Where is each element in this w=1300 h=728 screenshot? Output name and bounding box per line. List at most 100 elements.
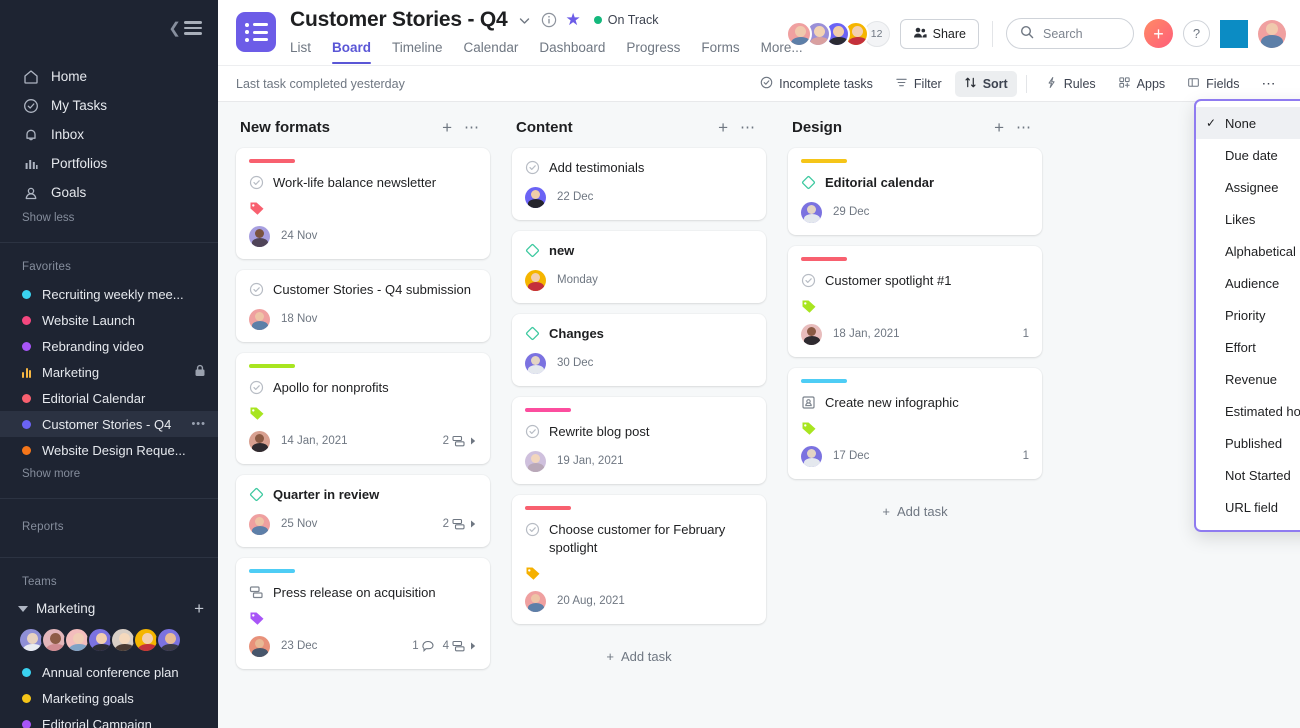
avatar[interactable] bbox=[785, 20, 812, 47]
show-less-button[interactable]: Show less bbox=[0, 207, 218, 234]
sort-button[interactable]: Sort bbox=[954, 70, 1017, 97]
sidebar-item-inbox[interactable]: Inbox bbox=[0, 120, 218, 149]
tab-forms[interactable]: Forms bbox=[701, 40, 739, 64]
sidebar-item-marketing[interactable]: Marketing bbox=[0, 359, 218, 385]
status-badge[interactable]: On Track bbox=[593, 13, 659, 27]
sort-option-priority[interactable]: Priority bbox=[1196, 299, 1300, 331]
check-circle-icon[interactable] bbox=[525, 522, 540, 537]
sort-option-revenue[interactable]: Revenue bbox=[1196, 363, 1300, 395]
avatar[interactable] bbox=[249, 513, 270, 535]
sort-option-estimated-hours[interactable]: Estimated hours bbox=[1196, 395, 1300, 427]
sort-option-url-field[interactable]: URL field bbox=[1196, 491, 1300, 523]
sort-option-assignee[interactable]: Assignee bbox=[1196, 171, 1300, 203]
rules-button[interactable]: Rules bbox=[1036, 71, 1105, 97]
task-card[interactable]: Rewrite blog post 19 Jan, 2021 bbox=[512, 396, 766, 484]
sidebar-item-website-launch[interactable]: Website Launch bbox=[0, 307, 218, 333]
task-card[interactable]: Choose customer for February spotlight 2… bbox=[512, 494, 766, 624]
task-card[interactable]: Changes 30 Dec bbox=[512, 313, 766, 386]
task-card[interactable]: Press release on acquisition 23 Dec 1 4 bbox=[236, 557, 490, 669]
ellipsis-icon[interactable]: ••• bbox=[191, 418, 206, 430]
add-button[interactable]: + bbox=[1144, 19, 1173, 48]
chevron-down-icon[interactable] bbox=[517, 13, 532, 28]
check-circle-icon[interactable] bbox=[525, 424, 540, 439]
approval-icon[interactable] bbox=[249, 585, 264, 600]
add-project-icon[interactable]: + bbox=[194, 600, 204, 617]
check-circle-icon[interactable] bbox=[249, 282, 264, 297]
avatar[interactable] bbox=[801, 201, 822, 223]
avatar[interactable] bbox=[525, 352, 546, 374]
sort-option-likes[interactable]: Likes bbox=[1196, 203, 1300, 235]
add-card-icon[interactable]: + bbox=[436, 119, 458, 136]
avatar[interactable] bbox=[525, 590, 546, 612]
avatar[interactable] bbox=[525, 450, 546, 472]
diamond-icon[interactable] bbox=[801, 175, 816, 190]
sidebar-item-customer-stories-q4[interactable]: Customer Stories - Q4 ••• bbox=[0, 411, 218, 437]
avatar[interactable] bbox=[801, 323, 822, 345]
avatar[interactable] bbox=[249, 225, 270, 247]
approval-icon[interactable] bbox=[801, 395, 816, 410]
add-task-button[interactable]: + Add task bbox=[512, 635, 766, 664]
fields-button[interactable]: Fields bbox=[1178, 71, 1248, 97]
sidebar-item-marketing-goals[interactable]: Marketing goals bbox=[0, 685, 218, 711]
task-card[interactable]: Editorial calendar 29 Dec bbox=[788, 148, 1042, 235]
task-card[interactable]: Customer Stories - Q4 submission 18 Nov bbox=[236, 269, 490, 342]
tab-timeline[interactable]: Timeline bbox=[392, 40, 443, 64]
tab-calendar[interactable]: Calendar bbox=[464, 40, 519, 64]
reports-header[interactable]: Reports bbox=[0, 507, 218, 549]
sidebar-item-home[interactable]: Home bbox=[0, 62, 218, 91]
diamond-icon[interactable] bbox=[249, 487, 264, 502]
star-icon[interactable]: ★ bbox=[566, 10, 581, 30]
team-marketing[interactable]: Marketing + bbox=[0, 596, 218, 621]
sort-option-not-started[interactable]: Not Started bbox=[1196, 459, 1300, 491]
sidebar-item-portfolios[interactable]: Portfolios bbox=[0, 149, 218, 178]
task-card[interactable]: Customer spotlight #1 18 Jan, 2021 1 bbox=[788, 245, 1042, 357]
avatar[interactable] bbox=[525, 186, 546, 208]
avatar[interactable] bbox=[801, 445, 822, 467]
sidebar-item-rebranding-video[interactable]: Rebranding video bbox=[0, 333, 218, 359]
sidebar-item-annual-conference-plan[interactable]: Annual conference plan bbox=[0, 659, 218, 685]
task-card[interactable]: Quarter in review 25 Nov 2 bbox=[236, 474, 490, 547]
avatar[interactable] bbox=[525, 269, 546, 291]
sort-dropdown-menu[interactable]: ✓ None Due date Assignee Likes Alphabeti… bbox=[1194, 99, 1300, 532]
sidebar-item-recruiting-weekly-meeting[interactable]: Recruiting weekly mee... bbox=[0, 281, 218, 307]
avatar[interactable] bbox=[249, 430, 270, 452]
more-options-button[interactable]: ⋯ bbox=[1253, 71, 1287, 97]
sort-option-due-date[interactable]: Due date bbox=[1196, 139, 1300, 171]
tab-dashboard[interactable]: Dashboard bbox=[539, 40, 605, 64]
task-card[interactable]: Work-life balance newsletter 24 Nov bbox=[236, 148, 490, 259]
avatar[interactable] bbox=[1258, 19, 1286, 48]
check-circle-icon[interactable] bbox=[525, 160, 540, 175]
column-menu-icon[interactable]: ⋯ bbox=[1010, 120, 1038, 135]
info-icon[interactable] bbox=[541, 12, 557, 28]
search-input[interactable] bbox=[1006, 18, 1134, 49]
task-card[interactable]: Apollo for nonprofits 14 Jan, 2021 2 bbox=[236, 352, 490, 464]
check-circle-icon[interactable] bbox=[249, 380, 264, 395]
sort-option-published[interactable]: Published bbox=[1196, 427, 1300, 459]
sidebar-item-my-tasks[interactable]: My Tasks bbox=[0, 91, 218, 120]
collapse-sidebar-icon[interactable]: ❮ bbox=[168, 21, 202, 36]
task-card[interactable]: Add testimonials 22 Dec bbox=[512, 148, 766, 220]
sort-option-effort[interactable]: Effort bbox=[1196, 331, 1300, 363]
filter-button[interactable]: Filter bbox=[886, 71, 951, 97]
task-card[interactable]: Create new infographic 17 Dec 1 bbox=[788, 367, 1042, 479]
blue-panel-button[interactable] bbox=[1220, 19, 1248, 48]
add-card-icon[interactable]: + bbox=[712, 119, 734, 136]
check-circle-icon[interactable] bbox=[249, 175, 264, 190]
sidebar-item-goals[interactable]: Goals bbox=[0, 178, 218, 207]
show-more-button[interactable]: Show more bbox=[0, 463, 218, 490]
incomplete-tasks-button[interactable]: Incomplete tasks bbox=[751, 71, 882, 97]
column-menu-icon[interactable]: ⋯ bbox=[458, 120, 486, 135]
tab-progress[interactable]: Progress bbox=[626, 40, 680, 64]
check-circle-icon[interactable] bbox=[801, 273, 816, 288]
share-button[interactable]: Share bbox=[899, 18, 979, 49]
avatar[interactable] bbox=[249, 308, 270, 330]
tab-board[interactable]: Board bbox=[332, 40, 372, 64]
column-menu-icon[interactable]: ⋯ bbox=[734, 120, 762, 135]
avatar[interactable] bbox=[156, 627, 182, 653]
sort-option-alphabetical[interactable]: Alphabetical bbox=[1196, 235, 1300, 267]
tab-list[interactable]: List bbox=[290, 40, 311, 64]
sort-option-audience[interactable]: Audience bbox=[1196, 267, 1300, 299]
add-task-button[interactable]: + Add task bbox=[788, 490, 1042, 519]
help-button[interactable]: ? bbox=[1183, 20, 1210, 47]
apps-button[interactable]: Apps bbox=[1109, 71, 1175, 97]
